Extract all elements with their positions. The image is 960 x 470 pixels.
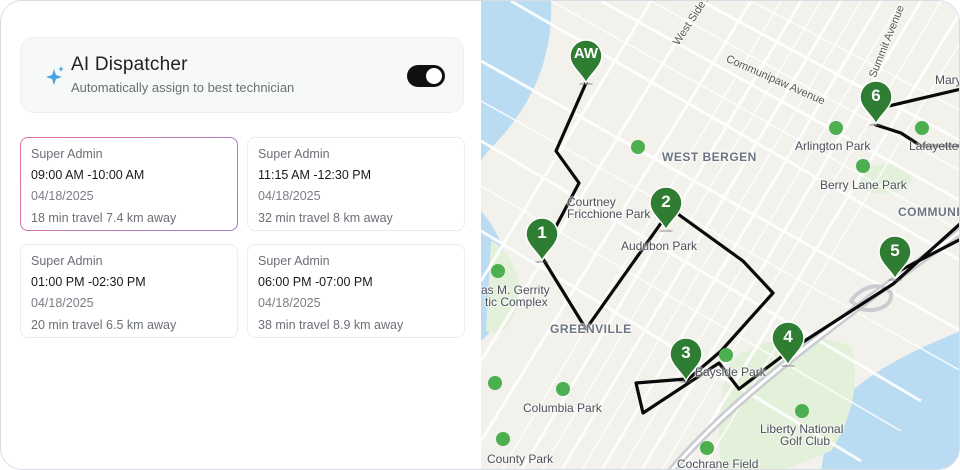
map-pin-1[interactable]: 1 xyxy=(522,215,562,263)
pin-label: 2 xyxy=(661,192,671,211)
appointment-card[interactable]: Super Admin 06:00 PM -07:00 PM 04/18/202… xyxy=(247,244,465,338)
ai-dispatcher-panel: AI Dispatcher Automatically assign to be… xyxy=(20,37,464,113)
ai-dispatcher-title: AI Dispatcher xyxy=(71,54,188,75)
map-pin-6[interactable]: 6 xyxy=(856,78,896,126)
map-pin-4[interactable]: 4 xyxy=(768,319,808,367)
map-label-west-bergen: WEST BERGEN xyxy=(662,150,757,164)
pin-label: 4 xyxy=(783,327,793,346)
map-label-communi: COMMUNI xyxy=(898,205,960,219)
map-pin-2[interactable]: 2 xyxy=(646,184,686,232)
pin-label: 5 xyxy=(890,241,900,260)
map-label-golf-club: Golf Club xyxy=(780,434,831,448)
card-travel-info: 18 min travel 7.4 km away xyxy=(31,211,177,225)
card-date: 04/18/2025 xyxy=(31,189,94,203)
map-label-cochrane-field: Cochrane Field xyxy=(677,457,759,470)
appointment-card[interactable]: Super Admin 11:15 AM -12:30 PM 04/18/202… xyxy=(247,137,465,231)
map-pin-start[interactable]: AW xyxy=(566,37,606,85)
map-label-audubon-park: Audubon Park xyxy=(621,239,698,253)
card-date: 04/18/2025 xyxy=(258,296,321,310)
card-time: 11:15 AM -12:30 PM xyxy=(258,168,372,182)
map-label-complex: tic Complex xyxy=(485,295,548,309)
appointment-card[interactable]: Super Admin 09:00 AM -10:00 AM 04/18/202… xyxy=(20,137,238,231)
pin-label: 3 xyxy=(681,343,691,362)
map-label-columbia-park: Columbia Park xyxy=(523,401,602,415)
map-pin-5[interactable]: 5 xyxy=(875,233,915,281)
map-label-mary: Mary xyxy=(935,73,960,87)
map-pin-3[interactable]: 3 xyxy=(666,335,706,383)
app-frame: AI Dispatcher Automatically assign to be… xyxy=(0,0,960,470)
ai-dispatcher-subtitle: Automatically assign to best technician xyxy=(71,80,295,95)
card-travel-info: 32 min travel 8 km away xyxy=(258,211,393,225)
appointment-card[interactable]: Super Admin 01:00 PM -02:30 PM 04/18/202… xyxy=(20,244,238,338)
map-label-fricchione-park: Fricchione Park xyxy=(567,207,651,221)
sparkle-icon xyxy=(46,66,64,85)
card-date: 04/18/2025 xyxy=(258,189,321,203)
card-time: 09:00 AM -10:00 AM xyxy=(31,168,145,182)
pin-label: AW xyxy=(573,45,599,62)
route-map[interactable]: WEST BERGEN GREENVILLE COMMUNI Arlington… xyxy=(481,1,960,470)
map-label-arlington-park: Arlington Park xyxy=(795,139,871,153)
card-time: 01:00 PM -02:30 PM xyxy=(31,275,146,289)
dispatch-panel: AI Dispatcher Automatically assign to be… xyxy=(1,1,481,469)
card-role: Super Admin xyxy=(258,254,330,268)
map-label-berry-lane-park: Berry Lane Park xyxy=(820,178,907,192)
card-role: Super Admin xyxy=(31,147,103,161)
pin-label: 1 xyxy=(537,223,547,242)
card-role: Super Admin xyxy=(31,254,103,268)
card-travel-info: 20 min travel 6.5 km away xyxy=(31,318,177,332)
toggle-knob xyxy=(426,68,442,84)
map-label-greenville: GREENVILLE xyxy=(550,322,632,336)
map-label-county-park: County Park xyxy=(487,452,554,466)
card-role: Super Admin xyxy=(258,147,330,161)
ai-dispatcher-toggle[interactable] xyxy=(407,65,445,87)
map-label-lafayette-park: Lafayette Park xyxy=(909,139,959,153)
card-time: 06:00 PM -07:00 PM xyxy=(258,275,373,289)
card-date: 04/18/2025 xyxy=(31,296,94,310)
pin-label: 6 xyxy=(871,86,881,105)
card-travel-info: 38 min travel 8.9 km away xyxy=(258,318,404,332)
